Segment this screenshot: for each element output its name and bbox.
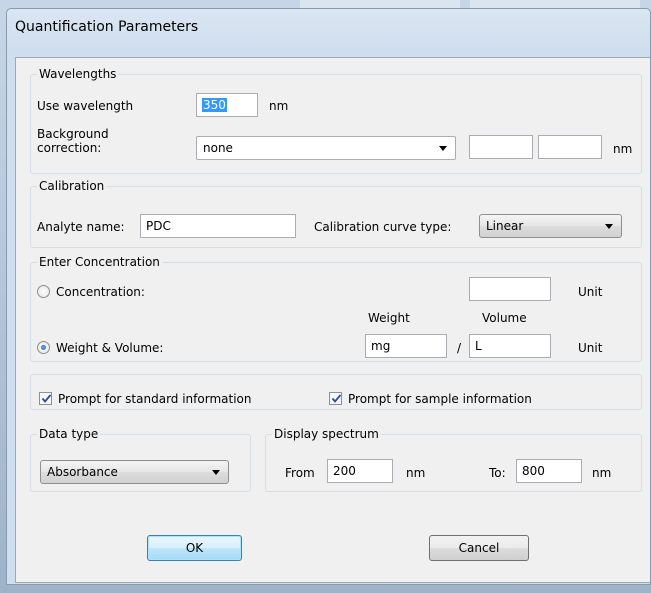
to-unit: nm	[592, 466, 612, 480]
concentration-radio[interactable]	[37, 285, 50, 298]
to-label: To:	[489, 466, 506, 480]
prompt-sample-checkbox[interactable]	[329, 392, 342, 405]
calibration-group-label: Calibration	[37, 179, 107, 193]
from-label: From	[285, 466, 315, 480]
prompt-sample-label: Prompt for sample information	[348, 392, 532, 406]
volume-input[interactable]: L	[469, 334, 551, 358]
background-correction-label-line1: Background	[37, 127, 109, 141]
dialog-client-area: Wavelengths Use wavelength 350 nm Backgr…	[15, 57, 650, 583]
weight-volume-label: Weight & Volume:	[56, 341, 164, 355]
prompt-standard-checkbox[interactable]	[39, 392, 52, 405]
from-input[interactable]: 200	[327, 459, 393, 483]
volume-header: Volume	[482, 311, 527, 325]
calibration-curve-type-select[interactable]: Linear	[479, 214, 622, 238]
background-wavelength-1-input[interactable]	[469, 135, 533, 159]
concentration-input[interactable]	[469, 277, 551, 301]
display-spectrum-group-label: Display spectrum	[272, 427, 381, 441]
use-wavelength-label: Use wavelength	[37, 99, 134, 113]
weight-volume-radio[interactable]	[37, 341, 50, 354]
to-input[interactable]: 800	[516, 459, 582, 483]
weight-header: Weight	[368, 311, 410, 325]
data-type-value: Absorbance	[47, 465, 118, 479]
background-correction-label-line2: correction:	[37, 141, 102, 155]
background-correction-select[interactable]: none	[196, 136, 456, 160]
background-wavelength-2-input[interactable]	[538, 135, 602, 159]
weight-input[interactable]: mg	[365, 334, 447, 358]
display-spectrum-group: Display spectrum	[265, 427, 642, 492]
use-wavelength-unit: nm	[269, 99, 289, 113]
title-bar[interactable]: Quantification Parameters	[7, 9, 650, 51]
use-wavelength-input[interactable]: 350	[196, 93, 258, 117]
data-type-select[interactable]: Absorbance	[40, 460, 229, 484]
background-unit: nm	[613, 142, 633, 156]
prompt-standard-label: Prompt for standard information	[58, 392, 252, 406]
background-correction-value: none	[203, 141, 233, 155]
use-wavelength-value: 350	[202, 98, 227, 112]
wavelengths-group-label: Wavelengths	[37, 67, 119, 81]
checkmark-icon	[41, 394, 52, 403]
checkmark-icon	[331, 394, 342, 403]
concentration-label: Concentration:	[56, 285, 145, 299]
weight-volume-unit: Unit	[578, 341, 603, 355]
calibration-curve-type-label: Calibration curve type:	[314, 220, 452, 234]
data-type-group-label: Data type	[37, 427, 101, 441]
chevron-down-icon	[212, 470, 220, 475]
enter-concentration-group-label: Enter Concentration	[37, 255, 162, 269]
analyte-name-input[interactable]: PDC	[140, 214, 296, 238]
from-unit: nm	[406, 466, 426, 480]
chevron-down-icon	[439, 146, 447, 151]
cancel-button[interactable]: Cancel	[429, 535, 529, 561]
chevron-down-icon	[605, 224, 613, 229]
ok-button[interactable]: OK	[147, 535, 242, 561]
quantification-parameters-dialog: Quantification Parameters Wavelengths Us…	[6, 8, 651, 585]
weight-volume-separator: /	[457, 341, 462, 355]
calibration-curve-type-value: Linear	[486, 219, 524, 233]
concentration-unit: Unit	[578, 285, 603, 299]
dialog-title: Quantification Parameters	[15, 19, 199, 35]
analyte-name-label: Analyte name:	[37, 220, 125, 234]
